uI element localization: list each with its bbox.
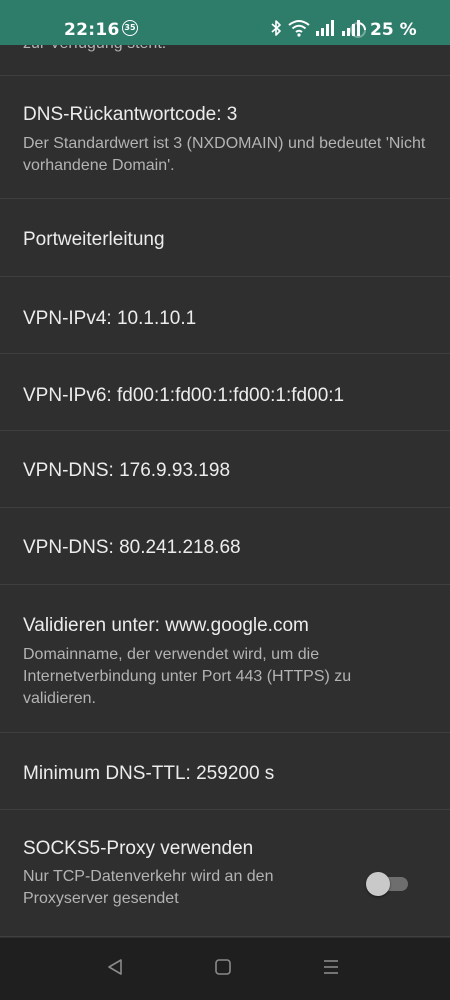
item-title: DNS-Rückantwortcode: 3 [23,104,238,125]
settings-item-vpn-ipv6[interactable]: VPN-IPv6: fd00:1:fd00:1:fd00:1:fd00:1 [0,354,450,431]
item-summary: Der Standardwert ist 3 (NXDOMAIN) und be… [23,135,426,174]
battery-ring-icon [349,21,367,43]
settings-item-min-dns-ttl[interactable]: Minimum DNS-TTL: 259200 s [0,733,450,810]
item-title: Validieren unter: www.google.com [23,615,309,636]
battery-percentage: 25 % [370,20,417,40]
socks5-proxy-toggle[interactable] [366,871,412,897]
back-button[interactable] [100,954,130,984]
item-title: Portweiterleitung [23,229,165,250]
toggle-thumb [366,872,390,896]
signal-icon [316,20,336,40]
settings-list[interactable]: zur Verfügung steht. DNS-Rückantwortcode… [0,45,450,938]
status-bar: 22:16 35 25 % [0,0,450,45]
item-title: VPN-DNS: 176.9.93.198 [23,460,231,481]
home-button[interactable] [208,954,238,984]
recents-button[interactable] [316,954,346,984]
settings-item-port-forwarding[interactable]: Portweiterleitung [0,199,450,277]
item-title: SOCKS5-Proxy verwenden [23,838,254,859]
item-title: VPN-IPv6: fd00:1:fd00:1:fd00:1:fd00:1 [23,385,345,406]
settings-item-socks5-proxy[interactable]: SOCKS5-Proxy verwenden Nur TCP-Datenverk… [0,810,450,937]
status-time: 22:16 [64,20,120,40]
settings-item-validate-at[interactable]: Validieren unter: www.google.com Domainn… [0,585,450,733]
item-summary: zur Verfügung steht. [23,45,428,55]
settings-item-dns-response-code[interactable]: DNS-Rückantwortcode: 3 Der Standardwert … [0,76,450,199]
notification-badge: 35 [122,20,138,36]
back-icon [106,958,124,981]
home-icon [214,958,232,981]
settings-item-vpn-ipv4[interactable]: VPN-IPv4: 10.1.10.1 [0,277,450,354]
recents-icon [322,958,340,981]
item-title: Minimum DNS-TTL: 259200 s [23,763,275,784]
settings-item-previous[interactable]: zur Verfügung steht. [0,45,450,76]
settings-item-vpn-dns-2[interactable]: VPN-DNS: 80.241.218.68 [0,508,450,585]
item-summary: Nur TCP-Datenverkehr wird an den Proxyse… [23,868,274,907]
item-title: VPN-DNS: 80.241.218.68 [23,537,241,558]
navigation-bar [0,938,450,1000]
settings-item-vpn-dns-1[interactable]: VPN-DNS: 176.9.93.198 [0,431,450,508]
bluetooth-icon [270,19,282,41]
item-title: VPN-IPv4: 10.1.10.1 [23,308,197,329]
item-summary: Domainname, der verwendet wird, um die I… [23,646,352,707]
wifi-icon [288,19,310,41]
